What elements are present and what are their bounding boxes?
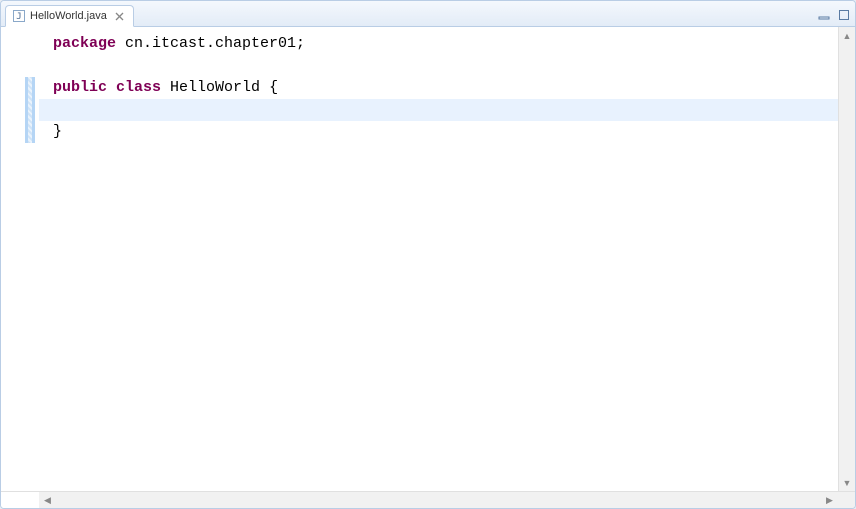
vertical-scrollbar[interactable]: ▲ ▼ <box>838 27 855 491</box>
scroll-up-arrow-icon[interactable]: ▲ <box>839 27 855 44</box>
gutter[interactable] <box>1 27 39 491</box>
scroll-right-arrow-icon[interactable]: ▶ <box>821 492 838 509</box>
tab-filename: HelloWorld.java <box>30 10 107 22</box>
gutter-corner <box>1 492 39 508</box>
code-area[interactable]: package cn.itcast.chapter01; public class… <box>39 27 838 491</box>
code-line[interactable] <box>39 55 838 77</box>
keyword-token: package <box>53 33 116 55</box>
text-token: HelloWorld { <box>161 77 278 99</box>
code-line[interactable] <box>39 99 838 121</box>
code-line[interactable]: public class HelloWorld { <box>39 77 838 99</box>
editor-body: package cn.itcast.chapter01; public class… <box>1 27 855 491</box>
svg-text:J: J <box>16 12 21 22</box>
editor-window: J HelloWorld.java <box>0 0 856 509</box>
keyword-token: public <box>53 77 107 99</box>
fold-marker[interactable] <box>25 77 35 143</box>
titlebar: J HelloWorld.java <box>1 1 855 27</box>
horizontal-scrollbar-row: ◀ ▶ <box>1 491 855 508</box>
window-controls <box>817 8 851 26</box>
close-tab-icon[interactable] <box>115 11 125 21</box>
editor-area: package cn.itcast.chapter01; public class… <box>1 27 855 508</box>
code-line[interactable]: } <box>39 121 838 143</box>
scroll-left-arrow-icon[interactable]: ◀ <box>39 492 56 509</box>
text-token <box>107 77 116 99</box>
text-token: } <box>53 121 62 143</box>
file-tab[interactable]: J HelloWorld.java <box>5 5 134 27</box>
keyword-token: class <box>116 77 161 99</box>
java-file-icon: J <box>12 9 26 23</box>
code-line[interactable]: package cn.itcast.chapter01; <box>39 27 838 55</box>
scroll-down-arrow-icon[interactable]: ▼ <box>839 474 855 491</box>
text-token: cn.itcast.chapter01; <box>116 33 305 55</box>
scrollbar-corner <box>838 492 855 508</box>
maximize-icon[interactable] <box>837 8 851 22</box>
horizontal-scrollbar[interactable]: ◀ ▶ <box>39 492 838 508</box>
minimize-icon[interactable] <box>817 8 831 22</box>
